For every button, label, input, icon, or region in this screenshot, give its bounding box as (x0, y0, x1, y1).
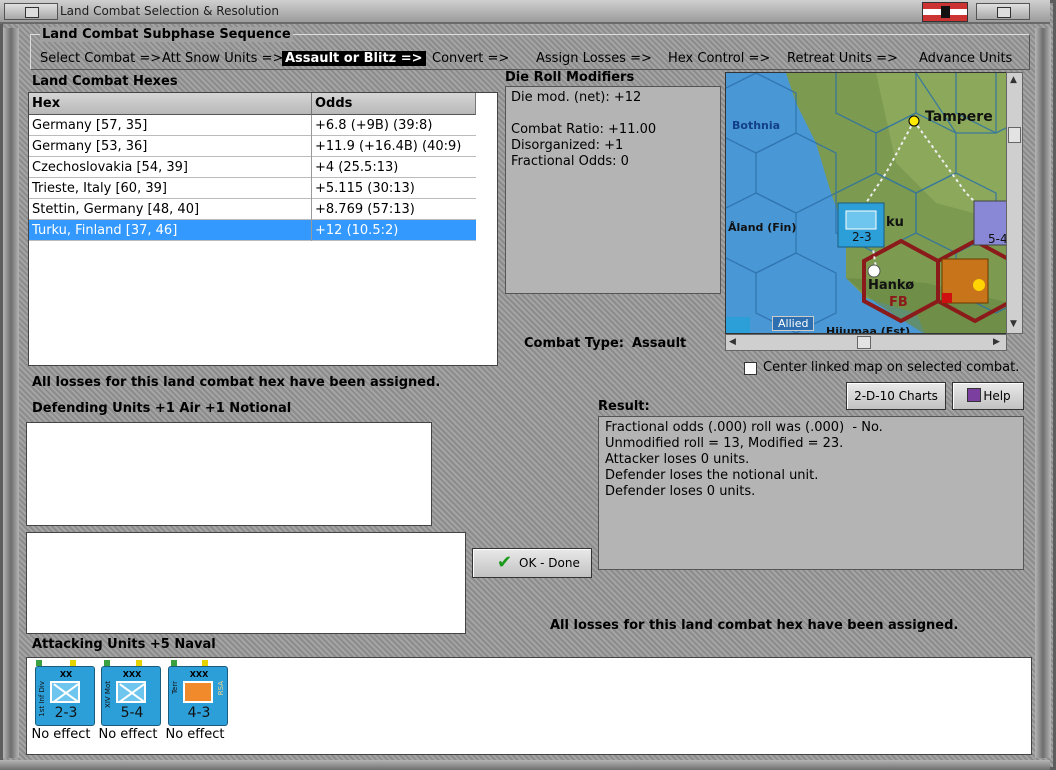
svg-text:5-4: 5-4 (988, 232, 1008, 246)
checkmark-icon: ✔ (497, 552, 513, 573)
map-vertical-scrollbar[interactable]: ▲ ▼ (1006, 72, 1023, 334)
map-label-fb: FB (889, 295, 908, 310)
right-border (1035, 28, 1051, 758)
map-horizontal-scrollbar[interactable]: ◀ ▶ (725, 334, 1007, 351)
combat-type-value: Assault (632, 336, 687, 351)
result-panel: Fractional odds (.000) roll was (.000) -… (598, 416, 1024, 570)
modifier-lines: Die mod. (net): +12 Combat Ratio: +11.00… (511, 90, 657, 169)
center-map-checkbox[interactable] (744, 362, 757, 375)
seq-advance-units: Advance Units (919, 51, 1013, 66)
map-label-hiiumaa: Hiiumaa (Est) (826, 325, 911, 334)
infantry-symbol-icon (50, 681, 80, 703)
vertical-scroll-thumb[interactable] (1008, 127, 1021, 143)
scroll-up-icon[interactable]: ▲ (1010, 75, 1017, 85)
close-button[interactable] (976, 3, 1030, 20)
attacking-title: Attacking Units +5 Naval (32, 637, 216, 652)
combat-type-label: Combat Type: (524, 336, 624, 351)
hex-row[interactable]: Czechoslovakia [54, 39] +4 (25.5:13) (29, 157, 476, 178)
ok-label: OK - Done (519, 556, 580, 570)
seq-retreat-units: Retreat Units => (787, 51, 898, 66)
charts-button[interactable]: 2-D-10 Charts (846, 382, 946, 410)
unit-counter-motorized[interactable]: XXX XIV Mot 5-4 (101, 666, 161, 726)
territorial-symbol-icon (183, 681, 213, 703)
modifiers-panel: Die mod. (net): +12 Combat Ratio: +11.00… (505, 86, 721, 294)
status-bottom: All losses for this land combat hex have… (550, 618, 959, 633)
defending-units-panel[interactable] (26, 422, 432, 526)
seq-hex-control: Hex Control => (668, 51, 771, 66)
map-label-tampere: Tampere (925, 109, 993, 125)
help-book-icon (967, 388, 981, 402)
ok-done-button[interactable]: ✔ OK - Done (472, 548, 592, 578)
hex-row[interactable]: Germany [57, 35] +6.8 (+9B) (39:8) (29, 115, 476, 136)
minimize-button[interactable] (4, 3, 58, 20)
svg-text:2-3: 2-3 (852, 230, 872, 244)
map-label-hanko: Hankø (868, 278, 915, 293)
hex-row[interactable]: Germany [53, 36] +11.9 (+16.4B) (40:9) (29, 136, 476, 157)
map-label-allied: Allied (772, 316, 815, 331)
scroll-left-icon[interactable]: ◀ (729, 337, 736, 347)
result-lines: Fractional odds (.000) roll was (.000) -… (605, 420, 883, 499)
unit-effect: No effect (165, 727, 225, 742)
center-map-label: Center linked map on selected combat. (763, 360, 1020, 375)
seq-select-combat: Select Combat => (40, 51, 162, 66)
map-label-bothnia: Bothnia (732, 119, 781, 132)
map-label-aland: Åland (Fin) (728, 221, 797, 234)
linked-map[interactable]: 2-3 5-4 Bothnia Tampere Åland (Fin) Hank… (725, 72, 1009, 334)
left-border (3, 28, 19, 758)
seq-att-snow-units: Att Snow Units => (162, 51, 284, 66)
scroll-down-icon[interactable]: ▼ (1010, 319, 1017, 329)
defending-title: Defending Units +1 Air +1 Notional (32, 401, 292, 416)
hex-list[interactable]: Hex Odds Germany [57, 35] +6.8 (+9B) (39:… (28, 92, 498, 366)
window-title: Land Combat Selection & Resolution (60, 4, 279, 18)
title-bar: Land Combat Selection & Resolution (0, 0, 1050, 24)
result-title: Result: (598, 399, 650, 414)
motorized-symbol-icon (116, 681, 146, 703)
map-label-turku: ku (886, 215, 904, 230)
unit-counter-infantry[interactable]: XX 1st Inf Div 2-3 (35, 666, 95, 726)
nation-flag-icon (922, 2, 968, 22)
hex-row[interactable]: Stettin, Germany [48, 40] +8.769 (57:13) (29, 199, 476, 220)
secondary-units-panel[interactable] (26, 532, 466, 634)
help-label: Help (983, 389, 1011, 403)
column-header-hex[interactable]: Hex (29, 93, 312, 115)
hex-row[interactable]: Trieste, Italy [60, 39] +5.115 (30:13) (29, 178, 476, 199)
seq-assault-or-blitz: Assault or Blitz => (282, 51, 426, 66)
column-header-odds[interactable]: Odds (312, 93, 476, 115)
hex-row-selected[interactable]: Turku, Finland [37, 46] +12 (10.5:2) (29, 220, 476, 241)
help-button[interactable]: Help (952, 382, 1024, 410)
status-top: All losses for this land combat hex have… (32, 375, 441, 390)
horizontal-scroll-thumb[interactable] (857, 336, 871, 349)
modifiers-title: Die Roll Modifiers (505, 70, 635, 85)
scroll-right-icon[interactable]: ▶ (993, 337, 1000, 347)
bottom-border (0, 760, 1050, 770)
hexes-title: Land Combat Hexes (32, 74, 178, 89)
seq-assign-losses: Assign Losses => (536, 51, 652, 66)
sequence-title: Land Combat Subphase Sequence (40, 27, 293, 42)
seq-convert: Convert => (432, 51, 510, 66)
unit-counter-territorial[interactable]: XXX Terr RSA 4-3 (168, 666, 228, 726)
